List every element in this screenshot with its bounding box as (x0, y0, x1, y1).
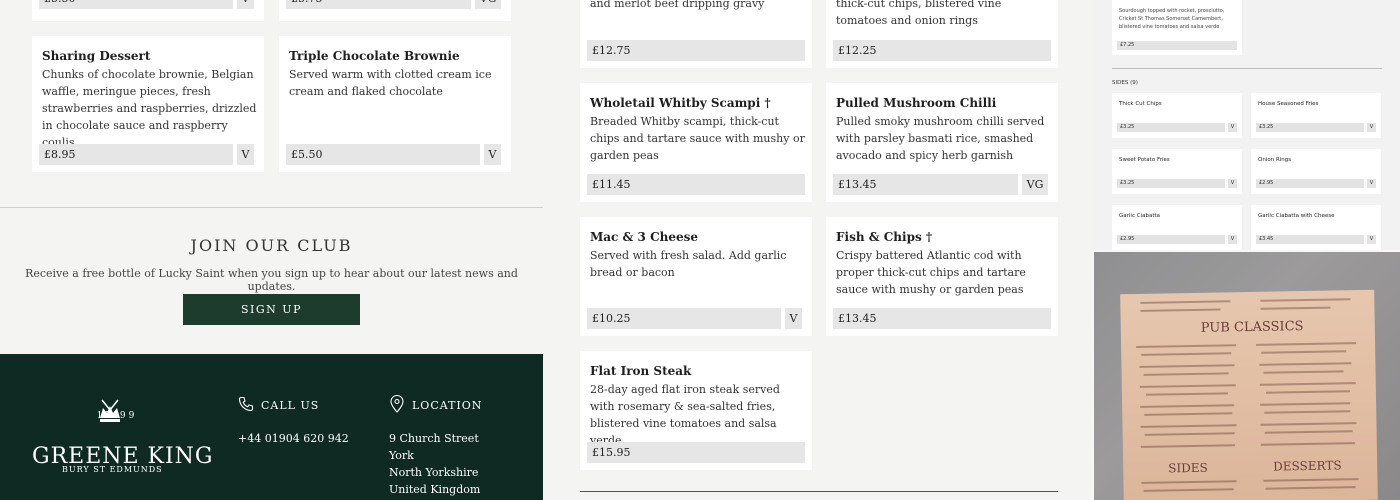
newsletter-title: JOIN OUR CLUB (190, 236, 353, 255)
menu-item-description: Chunks of chocolate brownie, Belgian waf… (42, 68, 257, 149)
menu-card-pulled-mushroom-chilli[interactable]: Pulled Mushroom Chilli Pulled smoky mush… (826, 83, 1058, 202)
logo-year: 17 99 (96, 411, 138, 421)
menu-item-description: served on BBQ onion chutney with thick-c… (836, 0, 1002, 27)
mini-card: Sweet Potato Fries £3.25 V (1112, 149, 1242, 194)
price-bar: £13.45 (833, 174, 1018, 195)
price-bar: £5.50 (39, 0, 233, 9)
call-us-title: CALL US (261, 399, 320, 412)
menu-card-mac-and-cheese[interactable]: Mac & 3 Cheese Served with fresh salad. … (580, 217, 812, 336)
menu-item-name: Mac & 3 Cheese (590, 230, 699, 244)
photo-heading: PUB CLASSICS (1200, 319, 1304, 336)
price-bar: £5.50 (286, 144, 480, 165)
menu-item-name: Triple Chocolate Brownie (289, 49, 460, 63)
mini-diet: V (1367, 235, 1376, 244)
footer: 17 99 GREENE KING BURY ST EDMUNDS CALL U… (0, 354, 543, 500)
mini-price: £3.25 (1117, 123, 1225, 132)
menu-card-triple-chocolate-brownie[interactable]: Triple Chocolate Brownie Served warm wit… (279, 36, 511, 172)
menu-card: £5.75 VG (279, 0, 511, 21)
sides-label: SIDES (9) (1112, 80, 1138, 86)
photo-heading: DESSERTS (1273, 458, 1342, 474)
mini-card: House Seasoned Fries £3.25 V (1251, 93, 1381, 138)
diet-badge: VG (1022, 174, 1048, 195)
mini-price: £2.95 (1256, 179, 1364, 188)
mini-price: £7.25 (1117, 41, 1237, 50)
price-bar: £12.25 (833, 40, 1051, 61)
menu-item-name: Pulled Mushroom Chilli (836, 96, 997, 110)
menu-photo: PUB CLASSICS SIDES DESSERTS (1094, 252, 1400, 500)
mini-diet: V (1367, 179, 1376, 188)
mini-card: Sourdough topped with rocket, prosciutto… (1112, 0, 1242, 55)
menu-card[interactable]: and merlot beef dripping gravy £12.75 (580, 0, 812, 68)
menu-card-whitby-scampi[interactable]: Wholetail Whitby Scampi † Breaded Whitby… (580, 83, 812, 202)
menu-item-description: Served with fresh salad. Add garlic brea… (590, 249, 787, 279)
address-line: York (389, 449, 414, 462)
mini-price: £3.45 (1256, 235, 1364, 244)
menu-card[interactable]: served on BBQ onion chutney with thick-c… (826, 0, 1058, 68)
mini-price: £3.25 (1256, 123, 1364, 132)
mini-name: Garlic Ciabatta with Cheese (1258, 213, 1335, 219)
newsletter-text: Receive a free bottle of Lucky Saint whe… (25, 267, 518, 293)
price-bar: £5.75 (286, 0, 471, 9)
menu-thumbnail: Sourdough topped with rocket, prosciutto… (1092, 0, 1400, 250)
logo-subtitle: BURY ST EDMUNDS (62, 465, 163, 474)
mini-description: Sourdough topped with rocket, prosciutto… (1119, 8, 1225, 30)
phone-number[interactable]: +44 01904 620 942 (238, 430, 349, 447)
menu-card-fish-and-chips[interactable]: Fish & Chips † Crispy battered Atlantic … (826, 217, 1058, 336)
photo-heading: SIDES (1168, 460, 1208, 476)
menu-card-sharing-dessert[interactable]: Sharing Dessert Chunks of chocolate brow… (32, 36, 264, 172)
menu-card: £5.50 V (32, 0, 264, 21)
preview-panel: Sourdough topped with rocket, prosciutto… (1092, 0, 1400, 500)
mini-name: Thick Cut Chips (1119, 101, 1162, 107)
menu-item-name: Wholetail Whitby Scampi † (590, 96, 771, 110)
address-line: United Kingdom (389, 483, 481, 496)
menu-item-description: and merlot beef dripping gravy (590, 0, 765, 10)
mini-card: Garlic Ciabatta £2.95 V (1112, 205, 1242, 250)
menu-item-description: Served warm with clotted cream ice cream… (289, 68, 492, 98)
main-menu-panel: and merlot beef dripping gravy £12.75 se… (543, 0, 1092, 500)
newsletter-section: JOIN OUR CLUB Receive a free bottle of L… (0, 207, 543, 354)
price-bar: £11.45 (587, 174, 805, 195)
address-line: 9 Church Street (389, 432, 479, 445)
divider (1112, 68, 1382, 69)
diet-badge: VG (475, 0, 501, 9)
mini-card: Onion Rings £2.95 V (1251, 149, 1381, 194)
menu-item-description: Pulled smoky mushroom chilli served with… (836, 115, 1045, 162)
menu-item-name: Sharing Dessert (42, 49, 151, 63)
diet-badge: V (237, 144, 254, 165)
menu-card-flat-iron-steak[interactable]: Flat Iron Steak 28-day aged flat iron st… (580, 351, 812, 470)
diet-badge: V (484, 144, 501, 165)
section-divider (580, 491, 1058, 492)
location-title: LOCATION (412, 399, 483, 412)
menu-item-name: Fish & Chips † (836, 230, 933, 244)
price-bar: £15.95 (587, 442, 805, 463)
price-bar: £10.25 (587, 308, 781, 329)
mini-price: £2.95 (1117, 235, 1225, 244)
sign-up-button[interactable]: SIGN UP (183, 294, 360, 325)
diet-badge: V (785, 308, 802, 329)
phone-icon (238, 396, 254, 412)
menu-item-name: Flat Iron Steak (590, 364, 692, 378)
mini-name: Sweet Potato Fries (1119, 157, 1170, 163)
address-line: North Yorkshire (389, 466, 479, 479)
mini-diet: V (1367, 123, 1376, 132)
printed-menu-image: PUB CLASSICS SIDES DESSERTS (1120, 289, 1378, 500)
mini-diet: V (1228, 123, 1237, 132)
mini-name: Onion Rings (1258, 157, 1292, 163)
price-bar: £13.45 (833, 308, 1051, 329)
price-bar: £8.95 (39, 144, 233, 165)
mini-name: House Seasoned Fries (1258, 101, 1319, 107)
left-panel: £5.50 V £5.75 VG Sharing Dessert Chunks … (0, 0, 543, 500)
diet-badge: V (237, 0, 254, 9)
menu-item-description: Crispy battered Atlantic cod with proper… (836, 249, 1026, 296)
menu-item-description: Breaded Whitby scampi, thick-cut chips a… (590, 115, 805, 162)
menu-item-description: 28-day aged flat iron steak served with … (590, 383, 780, 447)
location-pin-icon (390, 395, 404, 413)
mini-card: Garlic Ciabatta with Cheese £3.45 V (1251, 205, 1381, 250)
price-bar: £12.75 (587, 40, 805, 61)
mini-diet: V (1228, 235, 1237, 244)
mini-card: Thick Cut Chips £3.25 V (1112, 93, 1242, 138)
mini-diet: V (1228, 179, 1237, 188)
mini-price: £3.25 (1117, 179, 1225, 188)
mini-name: Garlic Ciabatta (1119, 213, 1161, 219)
